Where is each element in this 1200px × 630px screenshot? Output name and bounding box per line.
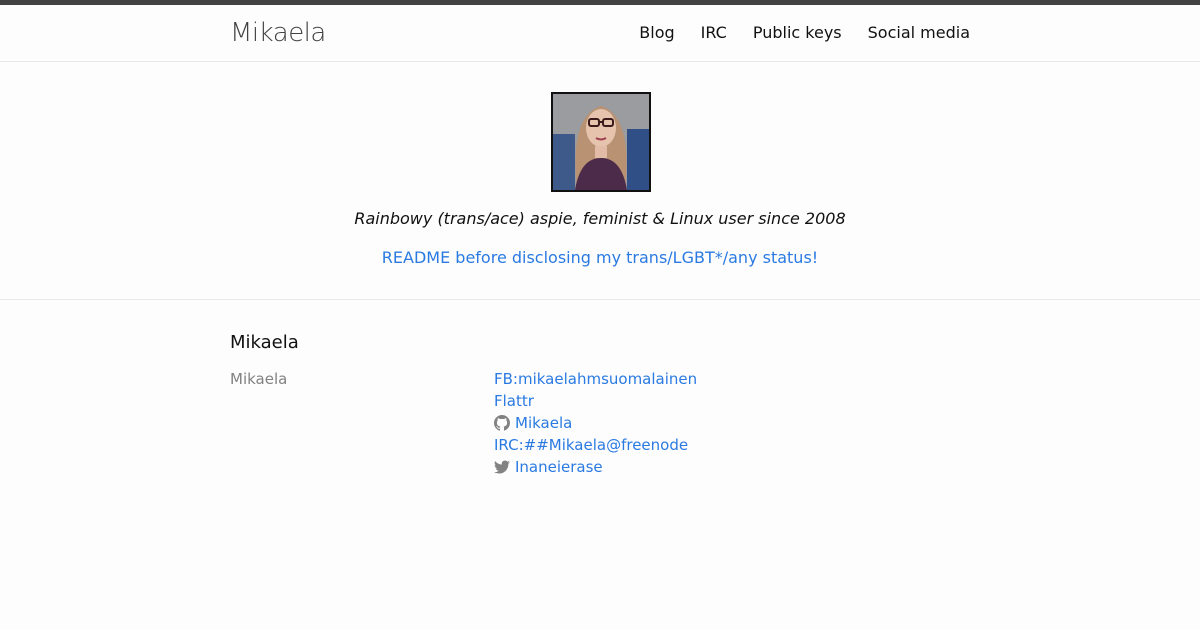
github-link[interactable]: Mikaela: [494, 412, 697, 434]
nav-item-public-keys[interactable]: Public keys: [753, 22, 842, 44]
twitter-link-label: Inaneierase: [515, 458, 603, 476]
hero-section: Rainbowy (trans/ace) aspie, feminist & L…: [0, 62, 1200, 300]
irc-link[interactable]: IRC:##Mikaela@freenode: [494, 434, 697, 456]
irc-link-label: IRC:##Mikaela@freenode: [494, 436, 689, 454]
github-link-label: Mikaela: [515, 414, 573, 432]
site-header: Mikaela Blog IRC Public keys Social medi…: [0, 5, 1200, 62]
flattr-link[interactable]: Flattr: [494, 390, 697, 412]
footer-section: Mikaela Mikaela FB:mikaelahmsuomalainen …: [0, 300, 1200, 478]
site-title[interactable]: Mikaela: [230, 17, 326, 49]
footer-grid: Mikaela FB:mikaelahmsuomalainen Flattr M…: [230, 368, 970, 478]
github-icon: [494, 415, 510, 431]
nav-item-social-media[interactable]: Social media: [868, 22, 970, 44]
nav-item-irc[interactable]: IRC: [701, 22, 727, 44]
nav-item-blog[interactable]: Blog: [639, 22, 674, 44]
tagline: Rainbowy (trans/ace) aspie, feminist & L…: [354, 209, 846, 228]
flattr-link-label: Flattr: [494, 392, 534, 410]
readme-link[interactable]: README before disclosing my trans/LGBT*/…: [0, 247, 1200, 269]
avatar: [551, 92, 651, 192]
footer-wrapper: Mikaela Mikaela FB:mikaelahmsuomalainen …: [230, 330, 970, 478]
social-links: FB:mikaelahmsuomalainen Flattr Mikaela I…: [494, 368, 697, 478]
footer-heading: Mikaela: [230, 332, 299, 353]
twitter-link[interactable]: Inaneierase: [494, 456, 697, 478]
facebook-link-label: FB:mikaelahmsuomalainen: [494, 370, 698, 388]
facebook-link[interactable]: FB:mikaelahmsuomalainen: [494, 368, 697, 390]
main-nav: Blog IRC Public keys Social media: [639, 22, 970, 44]
twitter-icon: [494, 460, 510, 474]
footer-name: Mikaela: [230, 370, 288, 388]
